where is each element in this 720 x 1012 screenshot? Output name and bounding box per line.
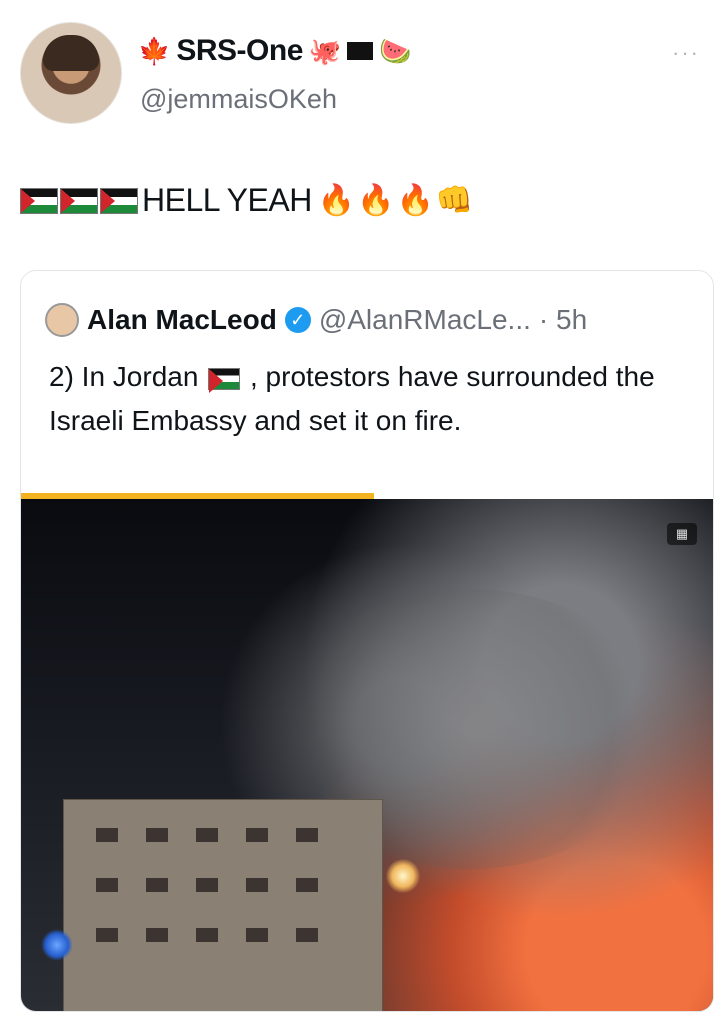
verified-badge-icon: ✓	[284, 307, 311, 333]
window	[246, 828, 268, 842]
window	[96, 928, 118, 942]
author-name-row: 🍁 SRS-One 🐙 🍉	[138, 34, 412, 68]
fist-icon: 👊	[435, 183, 474, 217]
quoted-post-time: · 5h	[538, 304, 588, 335]
author-avatar[interactable]	[20, 22, 122, 124]
quoted-author-name[interactable]: Alan MacLeod	[87, 304, 277, 336]
maple-leaf-icon: 🍁	[138, 36, 171, 66]
streetlight-visual	[386, 859, 420, 893]
quoted-text-part-1: 2) In Jordan	[49, 361, 199, 392]
window	[296, 828, 318, 842]
post-text-row: HELL YEAH 🔥 🔥 🔥 👊	[20, 182, 473, 219]
window	[196, 878, 218, 892]
avatar-hair	[43, 35, 99, 71]
palestine-flag-icon	[100, 187, 138, 214]
author-name[interactable]: SRS-One	[176, 34, 303, 68]
quoted-author-avatar[interactable]	[45, 303, 79, 337]
quoted-media-video[interactable]: ▦	[21, 499, 713, 1011]
palestine-flag-icon	[60, 187, 98, 214]
fire-icon: 🔥	[317, 183, 356, 217]
window	[146, 878, 168, 892]
window	[146, 928, 168, 942]
window	[196, 828, 218, 842]
window	[246, 878, 268, 892]
post-text: HELL YEAH	[142, 182, 312, 218]
quoted-author-handle[interactable]: @AlanRMacLe...	[319, 304, 531, 336]
quoted-post-text: 2) In Jordan , protestors have surrounde…	[49, 355, 689, 443]
window	[96, 828, 118, 842]
window	[296, 878, 318, 892]
window	[146, 828, 168, 842]
watermelon-icon: 🍉	[379, 36, 412, 66]
quoted-post-card[interactable]: Alan MacLeod ✓ @AlanRMacLe... · 5h 2) In…	[20, 270, 714, 1012]
author-handle[interactable]: @jemmaisOKeh	[140, 84, 337, 115]
police-light-visual	[41, 929, 73, 961]
building-visual	[63, 799, 383, 1011]
fire-icon: 🔥	[396, 183, 434, 217]
window	[96, 878, 118, 892]
window	[196, 928, 218, 942]
fire-icon: 🔥	[357, 183, 395, 217]
quoted-author-row: Alan MacLeod ✓ @AlanRMacLe... · 5h	[45, 303, 587, 337]
palestine-flag-icon	[20, 187, 58, 214]
black-flag-icon	[347, 42, 374, 60]
octopus-icon: 🐙	[308, 36, 342, 66]
window	[246, 928, 268, 942]
more-icon[interactable]: ···	[672, 40, 700, 66]
window	[296, 928, 318, 942]
media-options-icon[interactable]: ▦	[667, 523, 697, 545]
palestine-flag-icon	[208, 367, 241, 393]
